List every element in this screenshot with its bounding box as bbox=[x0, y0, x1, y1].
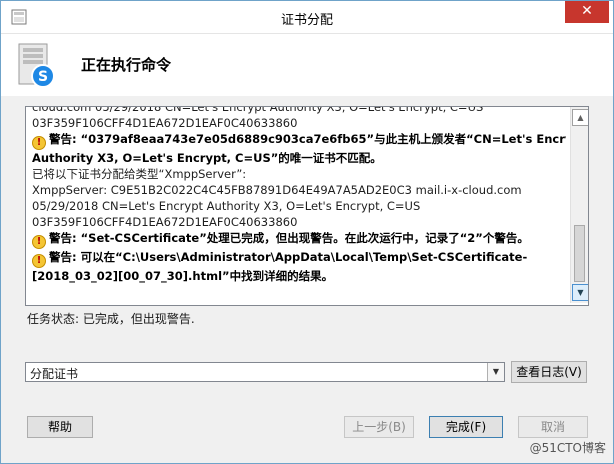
log-line-text: 03F359F106CFF4D1EA672D1EAF0C40633860 bbox=[32, 116, 298, 130]
svg-text:S: S bbox=[38, 69, 48, 85]
page-title: 正在执行命令 bbox=[81, 56, 172, 74]
log-line: 已将以下证书分配给类型“XmppServer”: bbox=[32, 166, 566, 182]
warning-icon: ! bbox=[32, 235, 46, 249]
log-line-text: Authority X3, O=Let's Encrypt, C=US”的唯一证… bbox=[32, 151, 382, 165]
log-line-text: 警告: 可以在“C:\Users\Administrator\AppData\L… bbox=[49, 250, 528, 264]
finish-button[interactable]: 完成(F) bbox=[429, 416, 503, 438]
log-warning-line: ! 警告: “0379af8eaa743e7e05d6889c903ca7e6fb… bbox=[32, 131, 566, 150]
warning-icon: ! bbox=[32, 254, 46, 268]
log-content: cloud.com 05/29/2018 CN=Let's Encrypt Au… bbox=[32, 107, 566, 303]
scroll-up-icon[interactable]: ▲ bbox=[572, 109, 588, 126]
log-warning-line: ! 警告: 可以在“C:\Users\Administrator\AppData\… bbox=[32, 249, 566, 268]
view-log-button[interactable]: 查看日志(V) bbox=[511, 361, 587, 383]
log-warning-line: [2018_03_02][00_07_30].html”中找到详细的结果。 bbox=[32, 268, 566, 284]
close-button[interactable]: ✕ bbox=[565, 1, 609, 23]
task-status: 任务状态: 已完成，但出现警告. bbox=[27, 312, 195, 326]
log-line-text: XmppServer: C9E51B2C022C4C45FB87891D64E4… bbox=[32, 183, 522, 197]
scroll-down-icon[interactable]: ▼ bbox=[572, 284, 588, 301]
action-select[interactable]: 分配证书 ▼ bbox=[25, 362, 505, 382]
window-title: 证书分配 bbox=[280, 13, 333, 28]
log-line-text: 警告: “0379af8eaa743e7e05d6889c903ca7e6fb6… bbox=[49, 132, 566, 146]
scroll-thumb[interactable] bbox=[574, 225, 585, 282]
cancel-button[interactable]: 取消 bbox=[518, 416, 588, 438]
log-line: cloud.com 05/29/2018 CN=Let's Encrypt Au… bbox=[32, 107, 566, 115]
log-output[interactable]: cloud.com 05/29/2018 CN=Let's Encrypt Au… bbox=[25, 106, 589, 306]
log-line: 03F359F106CFF4D1EA672D1EAF0C40633860 bbox=[32, 214, 566, 230]
log-warning-line: ! 警告: “Set-CSCertificate”处理已完成，但出现警告。在此次运… bbox=[32, 230, 566, 249]
log-line-text: 03F359F106CFF4D1EA672D1EAF0C40633860 bbox=[32, 215, 298, 229]
log-line-text: cloud.com 05/29/2018 CN=Let's Encrypt Au… bbox=[32, 107, 484, 114]
log-line: 05/29/2018 CN=Let's Encrypt Authority X3… bbox=[32, 198, 566, 214]
log-line-text: 05/29/2018 CN=Let's Encrypt Authority X3… bbox=[32, 199, 421, 213]
dialog-window: 证书分配 ✕ S 正在执行命令 cloud.com 05/29/2018 CN=… bbox=[0, 0, 614, 464]
log-line-text: 已将以下证书分配给类型“XmppServer”: bbox=[32, 167, 247, 181]
action-select-value: 分配证书 bbox=[30, 367, 79, 381]
help-button[interactable]: 帮助 bbox=[27, 416, 93, 438]
log-line: XmppServer: C9E51B2C022C4C45FB87891D64E4… bbox=[32, 182, 566, 198]
log-line-text: [2018_03_02][00_07_30].html”中找到详细的结果。 bbox=[32, 269, 334, 283]
vertical-scrollbar[interactable]: ▲ ▼ bbox=[570, 107, 588, 303]
log-line: 03F359F106CFF4D1EA672D1EAF0C40633860 bbox=[32, 115, 566, 131]
skype-server-icon: S bbox=[18, 43, 55, 88]
wizard-header: S 正在执行命令 bbox=[1, 34, 613, 96]
watermark: @51CTO博客 bbox=[529, 441, 606, 455]
log-warning-line: Authority X3, O=Let's Encrypt, C=US”的唯一证… bbox=[32, 150, 566, 166]
chevron-down-icon[interactable]: ▼ bbox=[487, 363, 504, 381]
log-line-text: 警告: “Set-CSCertificate”处理已完成，但出现警告。在此次运行… bbox=[49, 231, 529, 245]
title-bar: 证书分配 ✕ bbox=[1, 1, 613, 34]
warning-icon: ! bbox=[32, 136, 46, 150]
back-button[interactable]: 上一步(B) bbox=[344, 416, 414, 438]
